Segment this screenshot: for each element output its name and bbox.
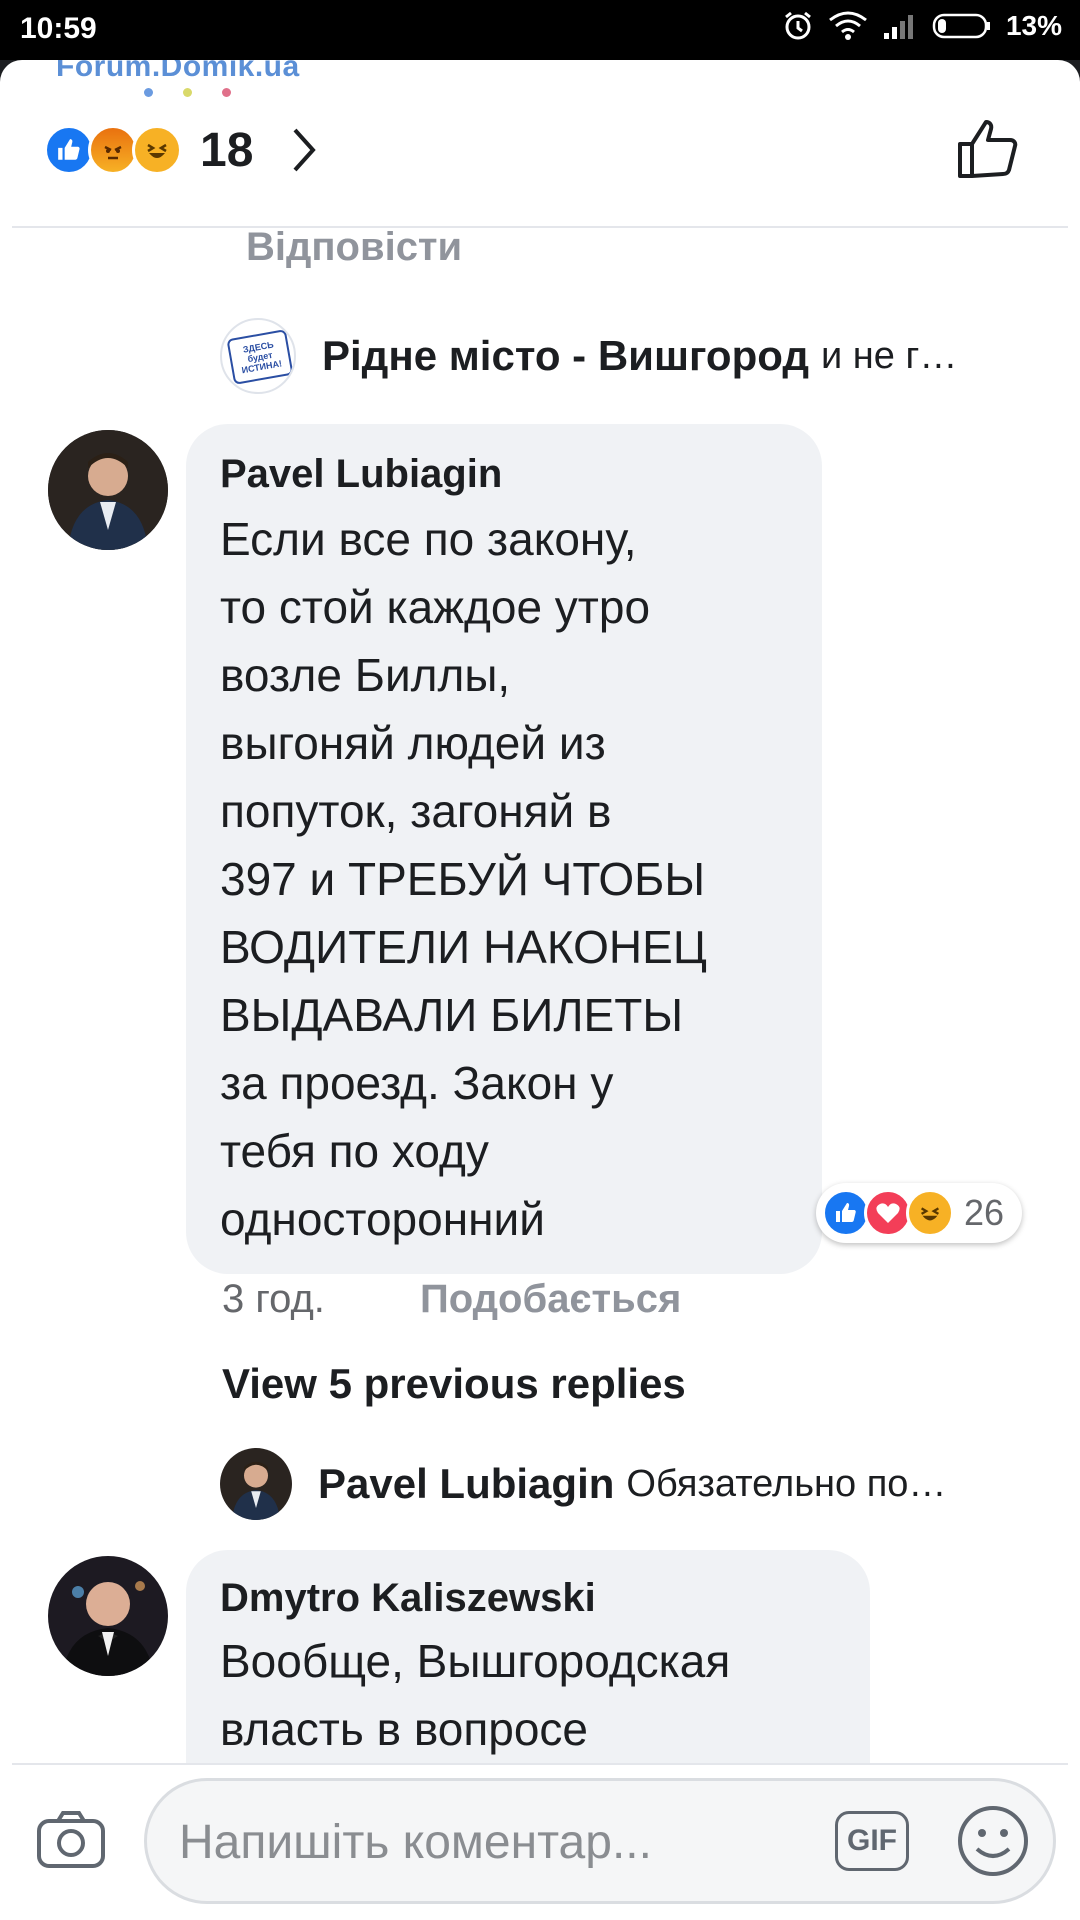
comment-line: ВОДИТЕЛИ НАКОНЕЦ [220,921,707,973]
comment-reaction-count: 26 [964,1192,1005,1233]
page-reply-row[interactable]: ЗДЕСЬ будет ИСТИНА! Рідне місто - Вишгород… [220,318,957,394]
page-reply-snippet: и не г… [821,334,958,377]
comment-line: выгоняй людей из [220,717,606,769]
comments-panel: Forum.Domik.ua 18 Відповісти ЗДЕСЬ будет И… [0,60,1080,1920]
like-link[interactable]: Подобається [420,1277,681,1322]
comment-line: 397 и ТРЕБУЙ ЧТОБЫ [220,853,706,905]
like-icon [822,1189,870,1237]
angry-icon [88,125,138,175]
chevron-right-icon[interactable] [289,126,319,174]
composer-divider [12,1763,1068,1765]
reply-snippet: Обязательно по… [626,1462,947,1505]
comment-author[interactable]: Pavel Lubiagin [220,452,788,497]
reply-row[interactable]: Pavel Lubiagin Обязательно по… [220,1448,946,1520]
reply-link[interactable]: Відповісти [246,225,462,270]
comment-line: попуток, загоняй в [220,785,612,837]
battery-icon [932,13,990,39]
clock: 10:59 [20,12,97,45]
comment-reactions-badge[interactable]: 26 [816,1183,1022,1243]
reply-author: Pavel Lubiagin [318,1460,615,1507]
like-outline-icon[interactable] [956,116,1020,180]
signal-icon [883,15,913,39]
camera-icon[interactable] [36,1809,106,1869]
comment-line: ВЫДАВАЛИ БИЛЕТЫ [220,989,684,1041]
stamp-logo: ЗДЕСЬ будет ИСТИНА! [226,329,294,385]
view-previous-replies[interactable]: View 5 previous replies [222,1360,686,1408]
wifi-icon [829,11,867,40]
comment-line: власть в вопросе [220,1703,588,1755]
avatar[interactable] [48,430,168,550]
page-avatar: ЗДЕСЬ будет ИСТИНА! [220,318,296,394]
comment-line: Если все по закону, [220,513,637,565]
haha-icon [906,1189,954,1237]
comment-bubble[interactable]: Pavel Lubiagin Если все по закону, то ст… [186,424,822,1274]
watermark-dots [144,88,231,97]
comment-line: тебя по ходу [220,1125,489,1177]
love-icon [864,1189,912,1237]
gif-button[interactable]: GIF [835,1811,909,1871]
comment-author[interactable]: Dmytro Kaliszewski [220,1576,836,1621]
header-divider [12,226,1068,228]
post-reactions-summary[interactable]: 18 [44,120,319,180]
comment-line: Вообще, Вышгородская [220,1635,731,1687]
haha-icon [132,125,182,175]
alarm-icon [785,11,811,40]
avatar [220,1448,292,1520]
status-bar: 10:59 13% [0,0,1080,60]
comment-text: Если все по закону, то стой каждое утро … [220,505,788,1253]
emoji-icon[interactable] [955,1803,1031,1879]
avatar[interactable] [48,1556,168,1676]
comment-line: то стой каждое утро [220,581,651,633]
comment-input-box[interactable]: GIF [144,1778,1056,1904]
comment-timestamp: 3 год. [222,1277,325,1321]
battery-percent: 13% [1005,10,1062,41]
watermark: Forum.Domik.ua [56,60,300,83]
comment-line: односторонний [220,1193,545,1245]
page-reply-name: Рідне місто - Вишгород [322,332,809,379]
comment-text: Вообще, Вышгородская власть в вопросе [220,1627,836,1763]
reaction-count: 18 [200,123,254,177]
comment-line: возле Биллы, [220,649,511,701]
comment-input[interactable] [177,1809,821,1875]
comment-composer: GIF [0,1763,1080,1920]
like-icon [44,125,94,175]
comment-line: за проезд. Закон у [220,1057,614,1109]
